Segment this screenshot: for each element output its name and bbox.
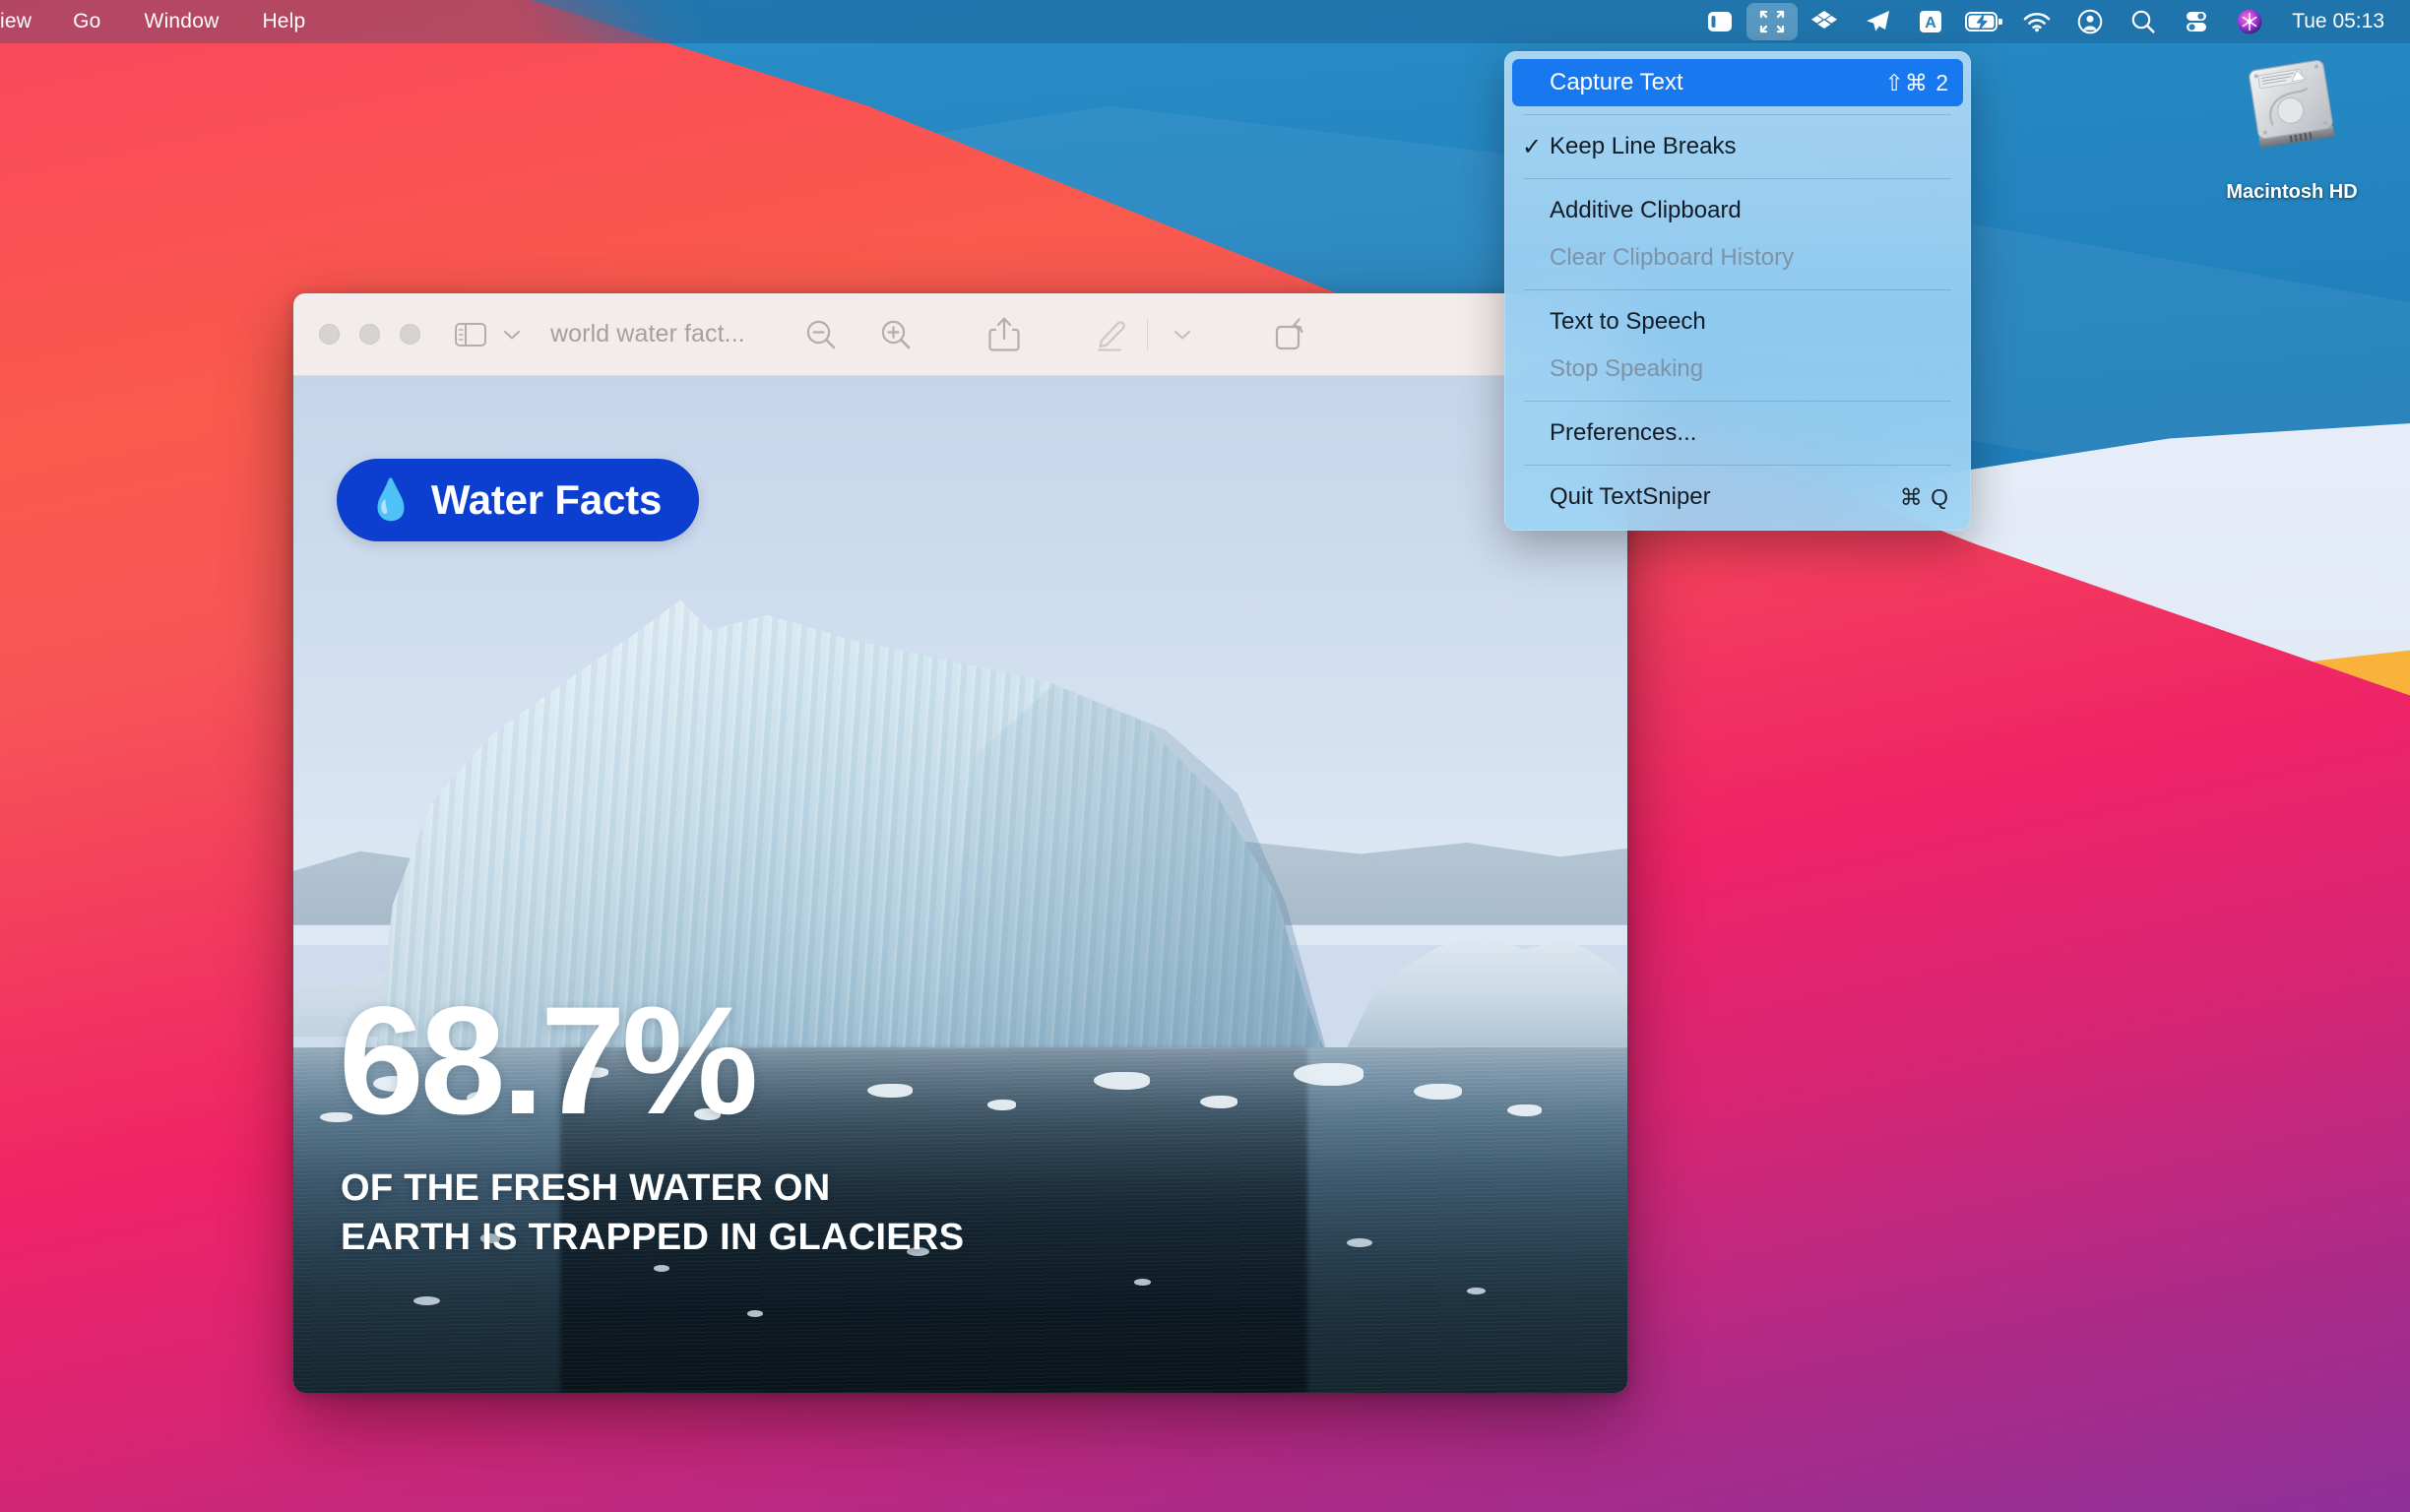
menu-item-additive-clipboard-label: Additive Clipboard	[1550, 197, 1742, 223]
markup-button[interactable]	[1092, 307, 1133, 362]
menu-window[interactable]: Window	[123, 0, 241, 43]
user-account-icon[interactable]	[2063, 0, 2117, 43]
menu-bar-left: iew Go Window Help	[0, 0, 327, 43]
menu-item-quit-textsniper[interactable]: Quit TextSniper ⌘ Q	[1512, 473, 1963, 521]
zoom-out-button[interactable]	[800, 307, 842, 362]
menu-bar: iew Go Window Help A Tue 05:13	[0, 0, 2410, 43]
control-center-icon[interactable]	[2170, 0, 2223, 43]
menu-separator-4	[1524, 401, 1951, 402]
statistic-caption: OF THE FRESH WATER ON EARTH IS TRAPPED I…	[341, 1164, 964, 1262]
siri-icon[interactable]	[2223, 0, 2276, 43]
menu-separator-2	[1524, 178, 1951, 179]
sidebar-toggle-button[interactable]	[450, 307, 491, 362]
input-source-icon[interactable]: A	[1904, 0, 1957, 43]
menu-separator-3	[1524, 289, 1951, 290]
share-button[interactable]	[983, 307, 1025, 362]
preview-window[interactable]: world water fact... 💧 Water Facts 68.7% …	[293, 293, 1627, 1393]
menu-item-preferences-label: Preferences...	[1550, 419, 1697, 446]
macintosh-hd-icon[interactable]: Macintosh HD	[2193, 51, 2390, 204]
menu-go[interactable]: Go	[51, 0, 122, 43]
menu-separator-1	[1524, 114, 1951, 115]
desktop[interactable]: iew Go Window Help A Tue 05:13 Macintosh…	[0, 0, 2410, 1512]
wifi-icon[interactable]	[2010, 0, 2063, 43]
macintosh-hd-label: Macintosh HD	[2226, 181, 2358, 203]
minimize-button[interactable]	[359, 324, 380, 345]
menu-item-clear-clipboard-history: Clear Clipboard History	[1512, 234, 1963, 282]
checkmark-icon: ✓	[1522, 133, 1543, 160]
water-drop-icon: 💧	[366, 478, 415, 522]
toolbar-divider	[1146, 317, 1148, 351]
menu-item-text-to-speech-label: Text to Speech	[1550, 308, 1706, 335]
menu-item-preferences[interactable]: Preferences...	[1512, 410, 1963, 457]
statistic-value: 68.7%	[339, 976, 758, 1147]
menu-bar-clock[interactable]: Tue 05:13	[2276, 10, 2392, 33]
water-facts-badge: 💧 Water Facts	[337, 459, 700, 541]
textsniper-icon[interactable]	[1746, 3, 1799, 40]
menu-separator-5	[1524, 465, 1951, 466]
battery-charging-icon[interactable]	[1957, 0, 2010, 43]
document-canvas[interactable]: 💧 Water Facts 68.7% OF THE FRESH WATER O…	[293, 376, 1627, 1393]
menu-item-quit-textsniper-label: Quit TextSniper	[1550, 483, 1711, 510]
spotlight-search-icon[interactable]	[2117, 0, 2170, 43]
markup-chevron-down-icon[interactable]	[1162, 307, 1203, 362]
menu-item-stop-speaking: Stop Speaking	[1512, 346, 1963, 393]
caption-line-1: OF THE FRESH WATER ON	[341, 1167, 831, 1209]
menu-item-text-to-speech[interactable]: Text to Speech	[1512, 298, 1963, 346]
menu-item-clear-clipboard-history-label: Clear Clipboard History	[1550, 244, 1795, 271]
close-button[interactable]	[319, 324, 340, 345]
telegram-icon[interactable]	[1851, 0, 1904, 43]
zoom-in-button[interactable]	[875, 307, 917, 362]
menu-item-additive-clipboard[interactable]: Additive Clipboard	[1512, 187, 1963, 234]
menu-item-capture-text-shortcut: ⇧⌘ 2	[1884, 69, 1949, 95]
zoom-button[interactable]	[400, 324, 420, 345]
svg-text:A: A	[1925, 15, 1936, 32]
caption-line-2: EARTH IS TRAPPED IN GLACIERS	[341, 1217, 965, 1259]
menu-view[interactable]: iew	[0, 0, 51, 43]
dropbox-icon[interactable]	[1798, 0, 1851, 43]
menu-item-quit-textsniper-shortcut: ⌘ Q	[1899, 483, 1949, 510]
menu-item-keep-line-breaks-label: Keep Line Breaks	[1550, 133, 1737, 159]
hard-drive-glyph	[2231, 51, 2353, 167]
water-facts-label: Water Facts	[430, 476, 663, 523]
menu-item-keep-line-breaks[interactable]: ✓ Keep Line Breaks	[1512, 123, 1963, 170]
menu-bar-status-area: A Tue 05:13	[1693, 0, 2410, 43]
sidebar-chevron-down-icon[interactable]	[491, 307, 533, 362]
menu-item-capture-text-label: Capture Text	[1550, 69, 1683, 95]
document-title: world water fact...	[550, 320, 745, 347]
traffic-lights	[319, 324, 420, 345]
textsniper-dropdown-menu[interactable]: Capture Text ⇧⌘ 2 ✓ Keep Line Breaks Add…	[1504, 51, 1971, 531]
menu-help[interactable]: Help	[240, 0, 327, 43]
stack-panel-icon[interactable]	[1693, 0, 1746, 43]
window-titlebar[interactable]: world water fact...	[293, 293, 1627, 376]
rotate-button[interactable]	[1270, 307, 1311, 362]
menu-item-stop-speaking-label: Stop Speaking	[1550, 355, 1704, 382]
menu-item-capture-text[interactable]: Capture Text ⇧⌘ 2	[1512, 59, 1963, 106]
